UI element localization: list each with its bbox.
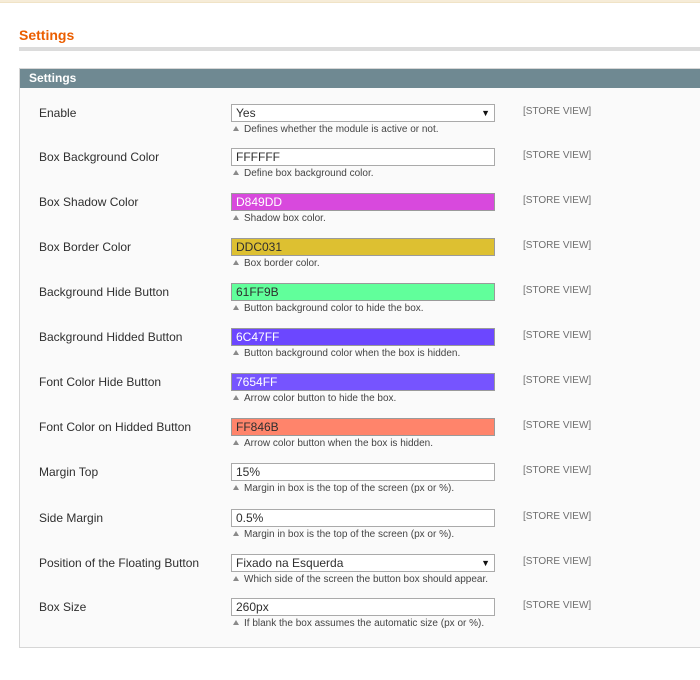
- field-row-background-hide-button: Background Hide Button Button background…: [20, 283, 700, 328]
- field-row-box-background-color: Box Background Color Define box backgrou…: [20, 148, 700, 193]
- scope-label: [STORE VIEW]: [523, 600, 592, 611]
- field-note-box-shadow-color: Shadow box color.: [233, 213, 326, 224]
- field-note-enable: Defines whether the module is active or …: [233, 124, 439, 135]
- settings-fieldset: Settings Enable Yes ▼ Defines whether th…: [19, 68, 700, 648]
- box-size-input[interactable]: [231, 598, 495, 616]
- top-strip: [0, 0, 700, 3]
- field-label-font-color-hide-button: Font Color Hide Button: [39, 375, 162, 389]
- triangle-up-icon: [233, 170, 239, 175]
- scope-label: [STORE VIEW]: [523, 150, 592, 161]
- field-label-enable: Enable: [39, 106, 77, 120]
- field-row-box-size: Box Size If blank the box assumes the au…: [20, 598, 700, 643]
- field-note-text: Button background color to hide the box.: [244, 303, 424, 314]
- margin-top-input[interactable]: [231, 463, 495, 481]
- background-hidded-button-input[interactable]: [231, 328, 495, 346]
- triangle-up-icon: [233, 395, 239, 400]
- triangle-up-icon: [233, 576, 239, 581]
- triangle-up-icon: [233, 350, 239, 355]
- triangle-up-icon: [233, 260, 239, 265]
- scope-label: [STORE VIEW]: [523, 285, 592, 296]
- field-note-text: Box border color.: [244, 258, 320, 269]
- field-note-text: Define box background color.: [244, 168, 374, 179]
- triangle-up-icon: [233, 485, 239, 490]
- field-note-text: Arrow color button to hide the box.: [244, 393, 397, 404]
- triangle-up-icon: [233, 531, 239, 536]
- field-note-text: Arrow color button when the box is hidde…: [244, 438, 433, 449]
- chevron-down-icon: ▼: [481, 108, 490, 118]
- font-color-on-hidded-button-input[interactable]: [231, 418, 495, 436]
- field-note-text: Shadow box color.: [244, 213, 326, 224]
- box-shadow-color-input[interactable]: [231, 193, 495, 211]
- field-note-position-floating-button: Which side of the screen the button box …: [233, 574, 488, 585]
- field-row-enable: Enable Yes ▼ Defines whether the module …: [20, 104, 700, 149]
- field-note-font-color-hide-button: Arrow color button to hide the box.: [233, 393, 396, 404]
- box-border-color-input[interactable]: [231, 238, 495, 256]
- scope-label: [STORE VIEW]: [523, 465, 592, 476]
- field-note-text: Defines whether the module is active or …: [244, 124, 439, 135]
- background-hide-button-input[interactable]: [231, 283, 495, 301]
- field-note-font-color-on-hidded-button: Arrow color button when the box is hidde…: [233, 438, 433, 449]
- triangle-up-icon: [233, 440, 239, 445]
- triangle-up-icon: [233, 305, 239, 310]
- field-label-background-hidded-button: Background Hidded Button: [39, 330, 183, 344]
- scope-label: [STORE VIEW]: [523, 511, 592, 522]
- field-label-box-size: Box Size: [39, 600, 87, 614]
- field-label-background-hide-button: Background Hide Button: [39, 285, 170, 299]
- field-label-margin-top: Margin Top: [39, 465, 99, 479]
- field-note-text: Margin in box is the top of the screen (…: [244, 529, 455, 540]
- scope-label: [STORE VIEW]: [523, 420, 592, 431]
- field-note-background-hidded-button: Button background color when the box is …: [233, 348, 460, 359]
- scope-label: [STORE VIEW]: [523, 330, 592, 341]
- field-row-box-border-color: Box Border Color Box border color. [STOR…: [20, 238, 700, 283]
- field-note-box-background-color: Define box background color.: [233, 168, 374, 179]
- field-row-background-hidded-button: Background Hidded Button Button backgrou…: [20, 328, 700, 373]
- field-row-position-floating-button: Position of the Floating Button Fixado n…: [20, 554, 700, 599]
- position-select-value: Fixado na Esquerda: [236, 556, 344, 570]
- field-note-background-hide-button: Button background color to hide the box.: [233, 303, 424, 314]
- field-note-box-border-color: Box border color.: [233, 258, 320, 269]
- triangle-up-icon: [233, 215, 239, 220]
- scope-label: [STORE VIEW]: [523, 195, 592, 206]
- field-row-font-color-on-hidded-button: Font Color on Hidded Button Arrow color …: [20, 418, 700, 463]
- page-title: Settings: [19, 27, 75, 43]
- field-label-position-floating-button: Position of the Floating Button: [39, 556, 200, 570]
- triangle-up-icon: [233, 126, 239, 131]
- field-row-margin-top: Margin Top Margin in box is the top of t…: [20, 463, 700, 508]
- field-label-font-color-on-hidded-button: Font Color on Hidded Button: [39, 420, 192, 434]
- scope-label: [STORE VIEW]: [523, 375, 592, 386]
- font-color-hide-button-input[interactable]: [231, 373, 495, 391]
- scope-label: [STORE VIEW]: [523, 556, 592, 567]
- field-note-text: Button background color when the box is …: [244, 348, 461, 359]
- scope-label: [STORE VIEW]: [523, 106, 592, 117]
- title-divider: [19, 47, 700, 51]
- field-row-side-margin: Side Margin Margin in box is the top of …: [20, 509, 700, 554]
- field-note-text: Which side of the screen the button box …: [244, 574, 489, 585]
- field-note-margin-top: Margin in box is the top of the screen (…: [233, 483, 454, 494]
- box-background-color-input[interactable]: [231, 148, 495, 166]
- field-note-text: If blank the box assumes the automatic s…: [244, 618, 485, 629]
- scope-label: [STORE VIEW]: [523, 240, 592, 251]
- enable-select[interactable]: Yes ▼: [231, 104, 495, 122]
- position-floating-button-select[interactable]: Fixado na Esquerda ▼: [231, 554, 495, 572]
- triangle-up-icon: [233, 620, 239, 625]
- side-margin-input[interactable]: [231, 509, 495, 527]
- enable-select-value: Yes: [236, 106, 256, 120]
- field-row-box-shadow-color: Box Shadow Color Shadow box color. [STOR…: [20, 193, 700, 238]
- field-label-side-margin: Side Margin: [39, 511, 104, 525]
- field-note-side-margin: Margin in box is the top of the screen (…: [233, 529, 454, 540]
- field-label-box-background-color: Box Background Color: [39, 150, 160, 164]
- field-row-font-color-hide-button: Font Color Hide Button Arrow color butto…: [20, 373, 700, 418]
- field-label-box-shadow-color: Box Shadow Color: [39, 195, 139, 209]
- field-note-text: Margin in box is the top of the screen (…: [244, 483, 455, 494]
- field-note-box-size: If blank the box assumes the automatic s…: [233, 618, 484, 629]
- field-label-box-border-color: Box Border Color: [39, 240, 132, 254]
- fieldset-header[interactable]: Settings: [20, 69, 700, 88]
- chevron-down-icon: ▼: [481, 558, 490, 568]
